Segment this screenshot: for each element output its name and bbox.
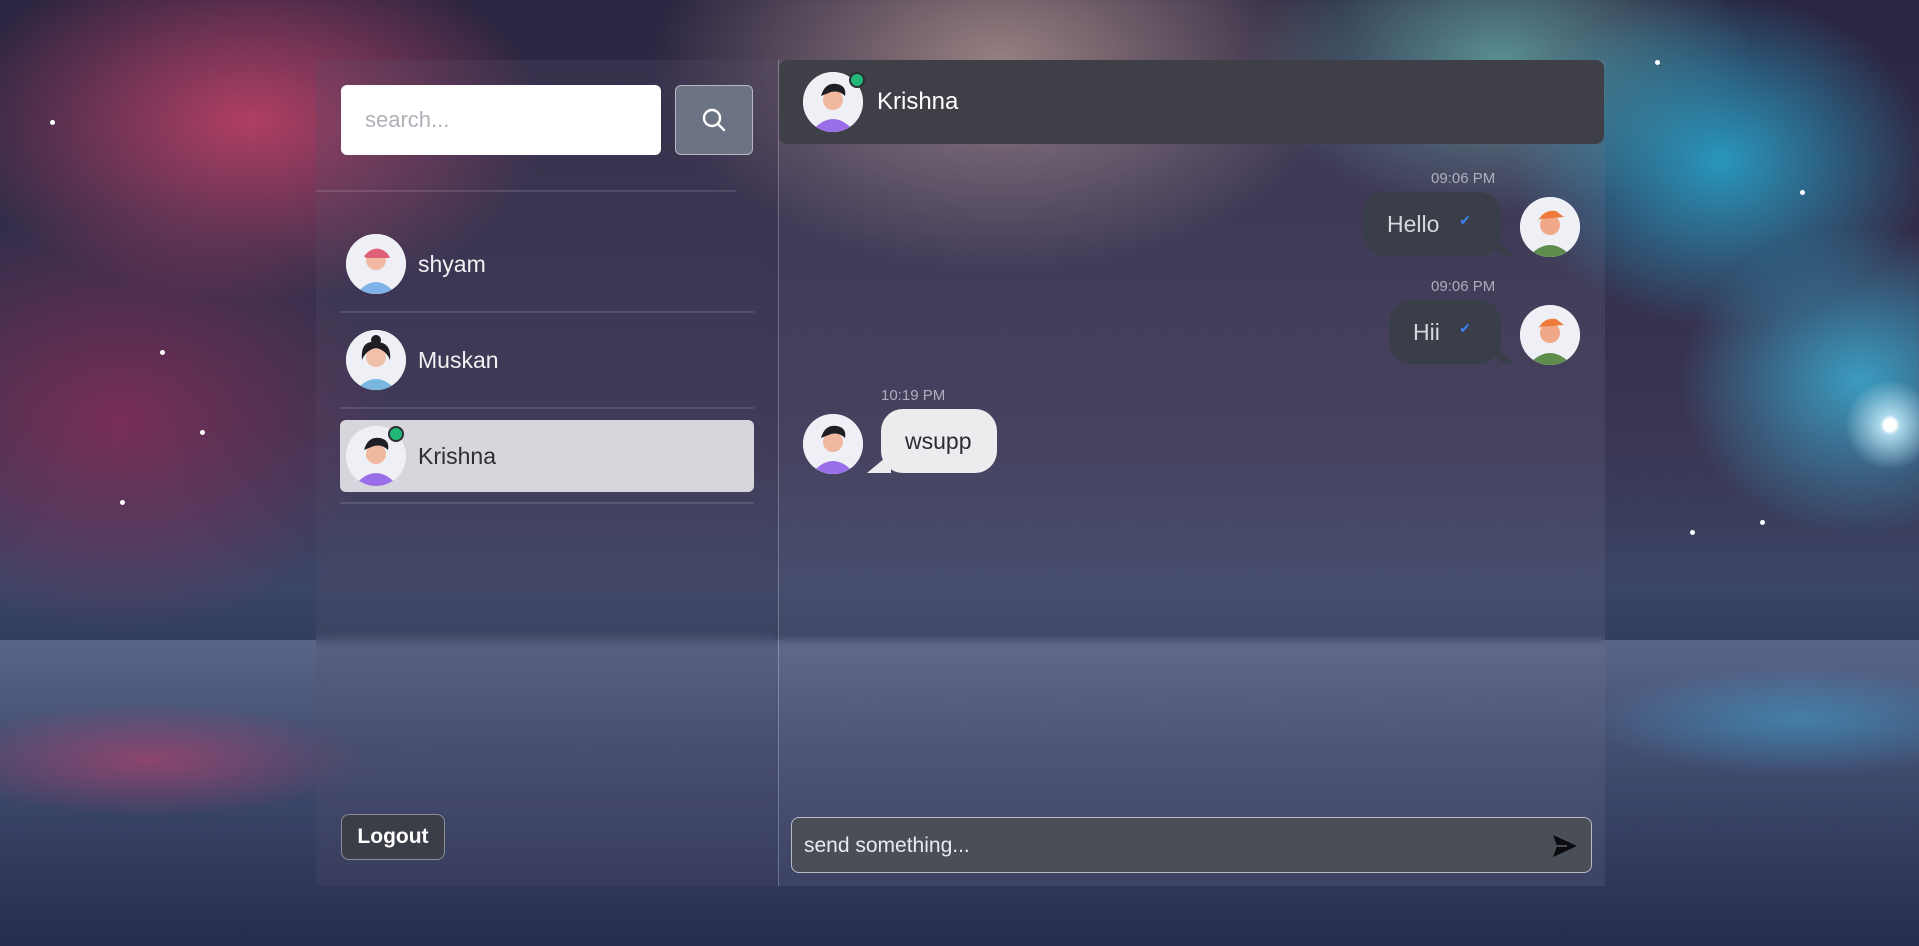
check-icon: ✔ (1459, 320, 1471, 336)
chat-header: Krishna (779, 60, 1604, 144)
background-star (200, 430, 205, 435)
avatar (346, 330, 406, 390)
background-star (120, 500, 125, 505)
search-input[interactable] (341, 85, 661, 155)
message-timestamp: 10:19 PM (881, 387, 946, 404)
chat-header-name: Krishna (877, 88, 959, 115)
divider (340, 311, 754, 313)
background-star (160, 350, 165, 355)
background-flare (1845, 380, 1919, 470)
message-text: Hii (1413, 318, 1440, 345)
message-text: Hello (1387, 210, 1440, 237)
send-icon[interactable] (1551, 832, 1579, 860)
background-star (1760, 520, 1765, 525)
search-icon (702, 108, 726, 132)
background-star (1690, 530, 1695, 535)
online-indicator (388, 426, 404, 442)
background-star (1800, 190, 1805, 195)
contact-item-krishna[interactable]: Krishna (340, 420, 754, 492)
contact-item-shyam[interactable]: shyam (340, 228, 754, 300)
divider (340, 407, 754, 409)
avatar (1520, 197, 1580, 257)
online-indicator (849, 72, 865, 88)
contact-item-muskan[interactable]: Muskan (340, 324, 754, 396)
avatar (1520, 305, 1580, 365)
message-timestamp: 09:06 PM (1431, 170, 1496, 187)
avatar (346, 234, 406, 294)
search-button[interactable] (675, 85, 753, 155)
contact-name: Muskan (418, 346, 499, 373)
divider (340, 502, 754, 504)
logout-button[interactable]: Logout (341, 814, 445, 860)
divider (316, 190, 736, 192)
message-bubble-incoming: wsupp (881, 409, 997, 473)
background-star (50, 120, 55, 125)
message-bubble-outgoing: Hello ✔ (1363, 192, 1501, 256)
background-star (1655, 60, 1660, 65)
contact-name: Krishna (418, 442, 496, 469)
message-text: wsupp (905, 427, 972, 454)
check-icon: ✔ (1459, 212, 1471, 228)
message-input[interactable] (802, 818, 1536, 874)
contact-name: shyam (418, 250, 486, 277)
message-composer (791, 817, 1592, 874)
message-bubble-outgoing: Hii ✔ (1389, 300, 1501, 364)
message-timestamp: 09:06 PM (1431, 278, 1496, 295)
avatar (803, 414, 863, 474)
